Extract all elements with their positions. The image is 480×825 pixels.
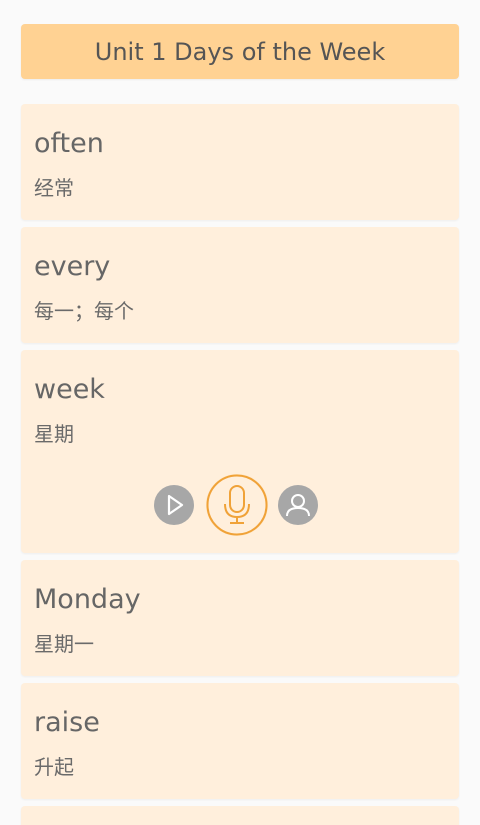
word-meaning: 升起 [34, 755, 74, 779]
word-text: every [34, 251, 111, 282]
word-text: Monday [34, 584, 141, 615]
play-button[interactable] [154, 485, 194, 525]
word-card-week[interactable]: week 星期 [21, 350, 459, 553]
word-card-raise[interactable]: raise 升起 [21, 683, 459, 799]
word-meaning: 每一；每个 [34, 299, 134, 323]
word-text: often [34, 128, 104, 159]
word-card-monday[interactable]: Monday 星期一 [21, 560, 459, 676]
word-meaning: 星期一 [34, 632, 94, 656]
word-meaning: 星期 [34, 422, 74, 446]
word-card-every[interactable]: every 每一；每个 [21, 227, 459, 343]
play-icon [167, 494, 184, 516]
word-text: raise [34, 707, 100, 738]
word-meaning: 经常 [34, 176, 74, 200]
page-title: Unit 1 Days of the Week [94, 37, 386, 66]
audio-controls [21, 473, 459, 537]
word-card-often[interactable]: often 经常 [21, 104, 459, 220]
user-icon [286, 494, 310, 517]
record-button[interactable] [205, 473, 269, 537]
page-title-bar: Unit 1 Days of the Week [21, 24, 459, 79]
word-card-next-partial[interactable] [21, 806, 459, 825]
word-text: week [34, 374, 105, 405]
user-playback-button[interactable] [278, 485, 318, 525]
microphone-icon [206, 474, 268, 536]
